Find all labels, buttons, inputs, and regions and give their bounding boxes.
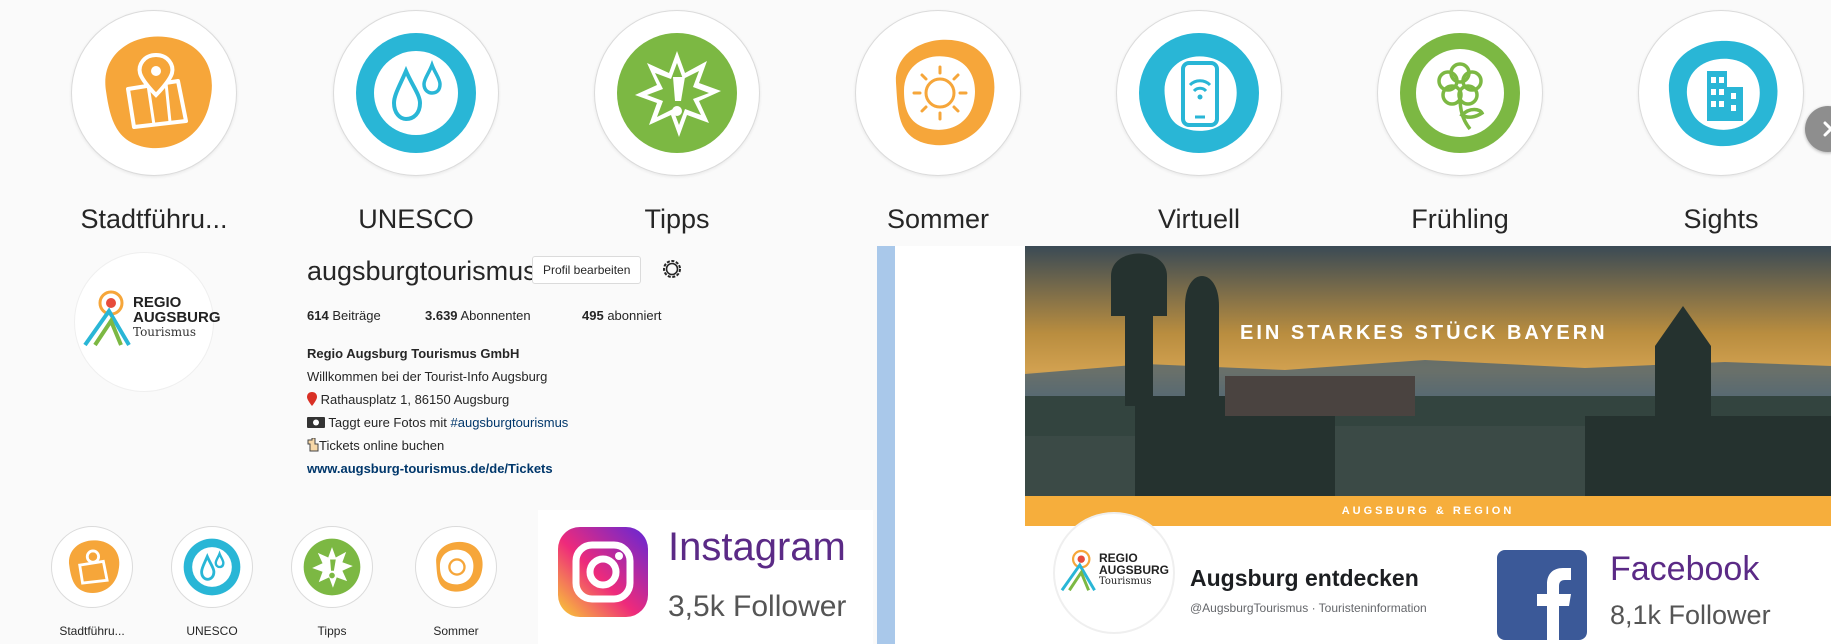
stat-followers[interactable]: 3.639 Abonnenten: [425, 308, 531, 323]
highlight-fruehling[interactable]: Frühling: [1360, 10, 1560, 235]
phone-wifi-icon: [1139, 33, 1259, 153]
highlight-sommer[interactable]: Sommer: [838, 10, 1038, 235]
cover-headline: EIN STARKES STÜCK BAYERN: [1240, 322, 1608, 344]
highlight-ring: [1377, 10, 1543, 176]
mini-highlight-ring: [415, 526, 497, 608]
map-pin-icon: [105, 36, 212, 149]
mini-highlight-label: UNESCO: [186, 624, 238, 638]
camera-icon: [307, 417, 325, 428]
highlight-virtuell[interactable]: Virtuell: [1099, 10, 1299, 235]
water-drops-icon: [183, 538, 241, 596]
collage-root: Stadtführu... UNESCO Tipps Sommer Virtue…: [0, 0, 1831, 644]
regio-logo-text: REGIO AUGSBURG Tourismus: [133, 294, 221, 339]
bio-line-welcome: Willkommen bei der Tourist-Info Augsburg: [307, 369, 548, 384]
facebook-logo-icon: [1497, 550, 1587, 640]
sun-icon: [895, 39, 995, 146]
highlight-ring: [71, 10, 237, 176]
mini-highlight-label: Sommer: [433, 624, 479, 638]
bio-full-name: Regio Augsburg Tourismus GmbH: [307, 346, 520, 361]
highlight-label: Sights: [1683, 204, 1759, 234]
flower-icon: [1400, 33, 1520, 153]
mini-highlight-tipps[interactable]: Tipps: [277, 526, 387, 638]
hashtag-link[interactable]: #augsburgtourismus: [451, 415, 569, 430]
mini-highlight-ring: [291, 526, 373, 608]
chevron-right-icon: [1823, 121, 1831, 137]
pin-icon: [307, 392, 317, 406]
mini-highlight-ring: [51, 526, 133, 608]
facebook-cover-photo: [1025, 246, 1831, 496]
mini-highlight-label: Stadtführu...: [59, 624, 125, 638]
highlight-label: Frühling: [1411, 204, 1509, 234]
mini-highlight-stadtfuehrungen[interactable]: Stadtführu...: [37, 526, 147, 638]
bio-website-link[interactable]: www.augsburg-tourismus.de/de/Tickets: [307, 461, 553, 476]
highlight-ring: [594, 10, 760, 176]
highlight-label: Stadtführu...: [80, 204, 228, 234]
mini-highlight-unesco[interactable]: UNESCO: [157, 526, 267, 638]
instagram-logo-icon: [558, 527, 648, 617]
bio-line-hashtag: Taggt eure Fotos mit #augsburgtourismus: [307, 415, 568, 430]
building-icon: [1668, 40, 1778, 147]
facebook-page-handle: @AugsburgTourismus · Touristeninformatio…: [1190, 601, 1427, 615]
stat-posts[interactable]: 614 Beiträge: [307, 308, 381, 323]
mini-highlight-label: Tipps: [317, 624, 347, 638]
highlight-tipps[interactable]: Tipps: [577, 10, 777, 235]
profile-username: augsburgtourismus: [307, 256, 537, 286]
edit-profile-button[interactable]: Profil bearbeiten: [532, 256, 642, 284]
settings-gear-icon[interactable]: [660, 257, 684, 281]
highlight-label: UNESCO: [358, 204, 474, 234]
bio-line-address: Rathausplatz 1, 86150 Augsburg: [307, 392, 509, 407]
mini-highlight-sommer[interactable]: Sommer: [401, 526, 511, 638]
mini-highlight-ring: [171, 526, 253, 608]
exclamation-star-icon: [617, 33, 737, 153]
highlight-ring: [855, 10, 1021, 176]
highlight-ring: [1638, 10, 1804, 176]
exclamation-star-icon: [303, 538, 361, 596]
highlight-stadtfuehrungen[interactable]: Stadtführu...: [54, 10, 254, 235]
highlight-label: Virtuell: [1157, 204, 1241, 234]
regio-logo-mark-icon: [83, 290, 131, 347]
instagram-follower-count: 3,5k Follower: [668, 590, 847, 623]
sun-icon: [436, 541, 483, 592]
highlight-ring: [333, 10, 499, 176]
regio-logo-text: REGIO AUGSBURG Tourismus: [1099, 551, 1170, 587]
facebook-page-name[interactable]: Augsburg entdecken: [1190, 565, 1419, 592]
highlight-sights[interactable]: Sights: [1621, 10, 1821, 235]
highlight-label: Sommer: [886, 204, 989, 234]
instagram-badge-title: Instagram: [668, 525, 846, 569]
facebook-follower-count: 8,1k Follower: [1610, 600, 1771, 630]
profile-avatar[interactable]: REGIO AUGSBURG Tourismus: [74, 252, 221, 392]
bio-line-tickets: Tickets online buchen: [307, 437, 444, 453]
regio-logo-mark-icon: [1060, 549, 1096, 592]
facebook-panel-accent: [877, 246, 895, 644]
map-pin-icon: [69, 540, 120, 594]
highlight-label: Tipps: [644, 204, 710, 234]
highlight-ring: [1116, 10, 1282, 176]
stat-following[interactable]: 495 abonniert: [582, 308, 662, 323]
highlight-unesco[interactable]: UNESCO: [316, 10, 516, 235]
instagram-badge: Instagram 3,5k Follower: [538, 510, 873, 644]
water-drops-icon: [356, 33, 476, 153]
facebook-page-avatar[interactable]: REGIO AUGSBURG Tourismus: [1053, 512, 1175, 634]
pointing-hand-icon: [307, 437, 319, 452]
facebook-badge-title: Facebook: [1610, 550, 1760, 588]
